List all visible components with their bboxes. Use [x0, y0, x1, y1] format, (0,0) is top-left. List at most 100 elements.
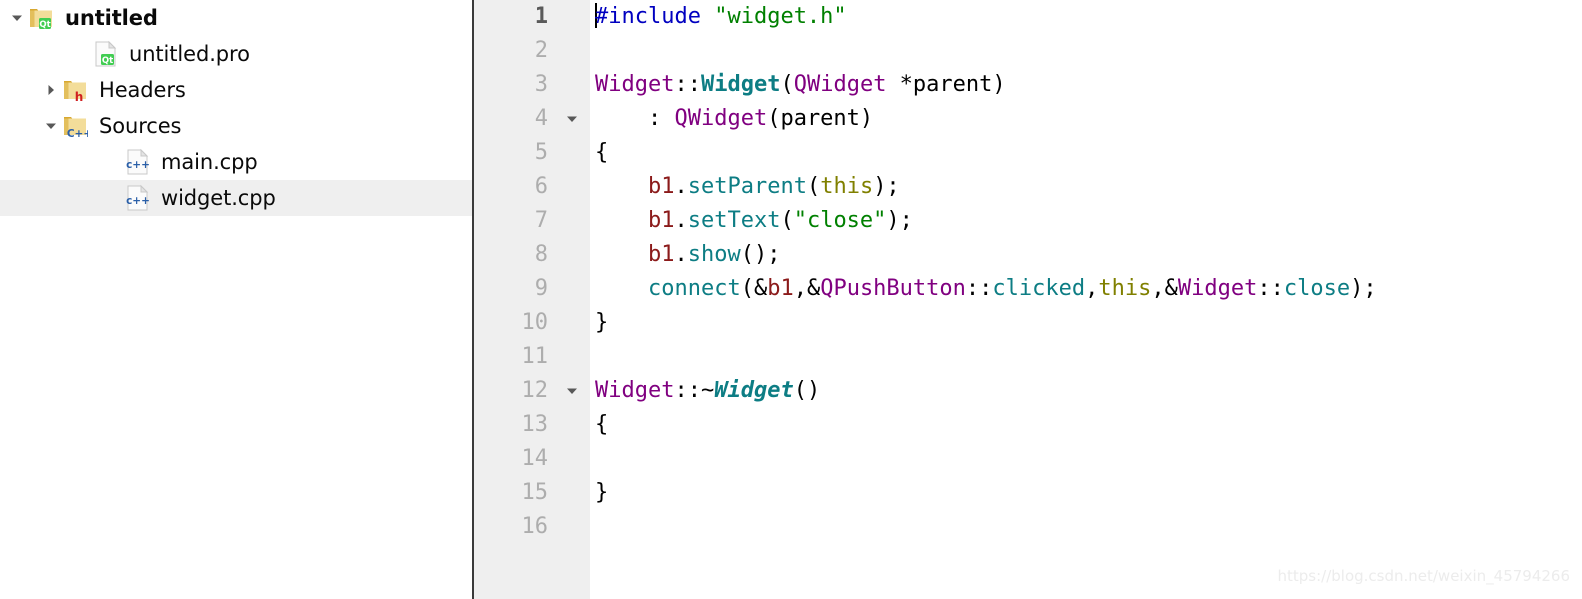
chevron-right-icon[interactable] [42, 72, 60, 108]
code-token: b1 [767, 276, 794, 301]
code-editor-panel[interactable]: 1 #include "widget.h"23 Widget::Widget(QWi… [474, 0, 1582, 599]
svg-text:c++: c++ [126, 159, 150, 171]
cpp-file-icon: c++ [122, 144, 152, 180]
fold-chevron-down-icon[interactable] [562, 374, 582, 408]
code-token: b1 [647, 208, 675, 233]
code-token: b1 [647, 174, 675, 199]
line-number: 2 [534, 38, 548, 63]
code-token: Widget [700, 72, 781, 97]
tree-item-label: Headers [99, 78, 186, 102]
line-number: 1 [534, 4, 548, 29]
line-number: 8 [534, 242, 548, 267]
fold-chevron-down-icon[interactable] [562, 102, 582, 136]
code-line-text: } [595, 306, 608, 340]
code-token: QWidget [674, 106, 768, 131]
code-token: . [674, 174, 688, 199]
code-token: () [793, 378, 821, 403]
code-token: setText [687, 208, 781, 233]
code-token: QPushButton [820, 276, 966, 301]
code-token: this [820, 174, 874, 199]
tree-item-headers[interactable]: h Headers [0, 72, 472, 108]
code-token: b1 [647, 242, 675, 267]
code-line[interactable]: 11 [474, 340, 1582, 374]
code-line[interactable]: 1 #include "widget.h" [474, 0, 1582, 34]
editor-code-area[interactable]: 1 #include "widget.h"23 Widget::Widget(QWi… [474, 0, 1582, 599]
project-tree-panel: Qt untitled Qt untitled.pro h Headers C++ Sourc… [0, 0, 474, 599]
chevron-down-icon[interactable] [42, 108, 60, 144]
code-line[interactable]: 3 Widget::Widget(QWidget *parent) [474, 68, 1582, 102]
code-token: QWidget [793, 72, 887, 97]
code-token: } [595, 480, 609, 505]
tree-item-untitled[interactable]: Qt untitled [0, 0, 472, 36]
line-number: 11 [521, 344, 549, 369]
code-token: close [1283, 276, 1351, 301]
code-token: ( [780, 72, 794, 97]
line-number: 6 [534, 174, 548, 199]
tree-item-widget-cpp[interactable]: c++ widget.cpp [0, 180, 472, 216]
code-line-text: b1.show(); [595, 238, 780, 272]
code-token: this [1098, 276, 1152, 301]
tree-item-sources[interactable]: C++ Sources [0, 108, 472, 144]
code-token: ); [886, 208, 913, 233]
code-token: } [595, 310, 609, 335]
code-token: "close" [793, 208, 887, 233]
code-token: { [595, 412, 609, 437]
code-token: show [687, 242, 741, 267]
code-line-text: Widget::Widget(QWidget *parent) [595, 68, 1006, 102]
line-number: 9 [534, 276, 548, 301]
code-line[interactable]: 4 : QWidget(parent) [474, 102, 1582, 136]
code-line[interactable]: 10} [474, 306, 1582, 340]
code-token: *parent) [886, 72, 1006, 97]
code-token: : [595, 106, 675, 131]
code-token: Widget [595, 378, 675, 403]
chevron-down-icon[interactable] [8, 0, 26, 36]
line-number: 5 [534, 140, 548, 165]
code-token: ); [1350, 276, 1377, 301]
svg-text:Qt: Qt [102, 56, 113, 66]
line-number: 3 [534, 72, 548, 97]
code-token: { [595, 140, 609, 165]
code-token: . [674, 242, 688, 267]
line-number: 16 [521, 514, 549, 539]
line-number: 13 [521, 412, 549, 437]
code-line[interactable]: 14 [474, 442, 1582, 476]
code-line-text: #include "widget.h" [595, 0, 847, 34]
code-line[interactable]: 12 Widget::~Widget() [474, 374, 1582, 408]
code-line[interactable]: 15} [474, 476, 1582, 510]
code-token: . [674, 208, 688, 233]
twisty-placeholder [72, 36, 90, 72]
line-number: 4 [534, 106, 548, 131]
tree-item-label: untitled.pro [129, 42, 250, 66]
svg-text:C++: C++ [67, 128, 88, 139]
svg-text:c++: c++ [126, 195, 150, 207]
code-line[interactable]: 6 b1.setParent(this); [474, 170, 1582, 204]
tree-item-label: widget.cpp [161, 186, 276, 210]
code-token: (parent) [767, 106, 874, 131]
line-number: 7 [534, 208, 548, 233]
code-token: (); [740, 242, 781, 267]
code-token: ,& [793, 276, 821, 301]
svg-text:Qt: Qt [39, 20, 50, 30]
code-line-text: { [595, 136, 608, 170]
ide-window: Qt untitled Qt untitled.pro h Headers C++ Sourc… [0, 0, 1582, 599]
code-line[interactable]: 7 b1.setText("close"); [474, 204, 1582, 238]
svg-text:h: h [75, 90, 84, 103]
twisty-placeholder [104, 144, 122, 180]
code-line[interactable]: 9 connect(&b1,&QPushButton::clicked,this… [474, 272, 1582, 306]
code-line-text: Widget::~Widget() [595, 374, 820, 408]
code-line[interactable]: 8 b1.show(); [474, 238, 1582, 272]
code-line[interactable]: 2 [474, 34, 1582, 68]
code-token: ,& [1151, 276, 1178, 301]
code-line[interactable]: 16 [474, 510, 1582, 544]
project-tree-list: Qt untitled Qt untitled.pro h Headers C++ Sourc… [0, 0, 472, 216]
line-number: 15 [521, 480, 549, 505]
cpp-folder-icon: C++ [60, 108, 90, 144]
tree-item-untitled-pro[interactable]: Qt untitled.pro [0, 36, 472, 72]
code-line[interactable]: 13 { [474, 408, 1582, 442]
tree-item-main-cpp[interactable]: c++ main.cpp [0, 144, 472, 180]
code-line[interactable]: 5{ [474, 136, 1582, 170]
